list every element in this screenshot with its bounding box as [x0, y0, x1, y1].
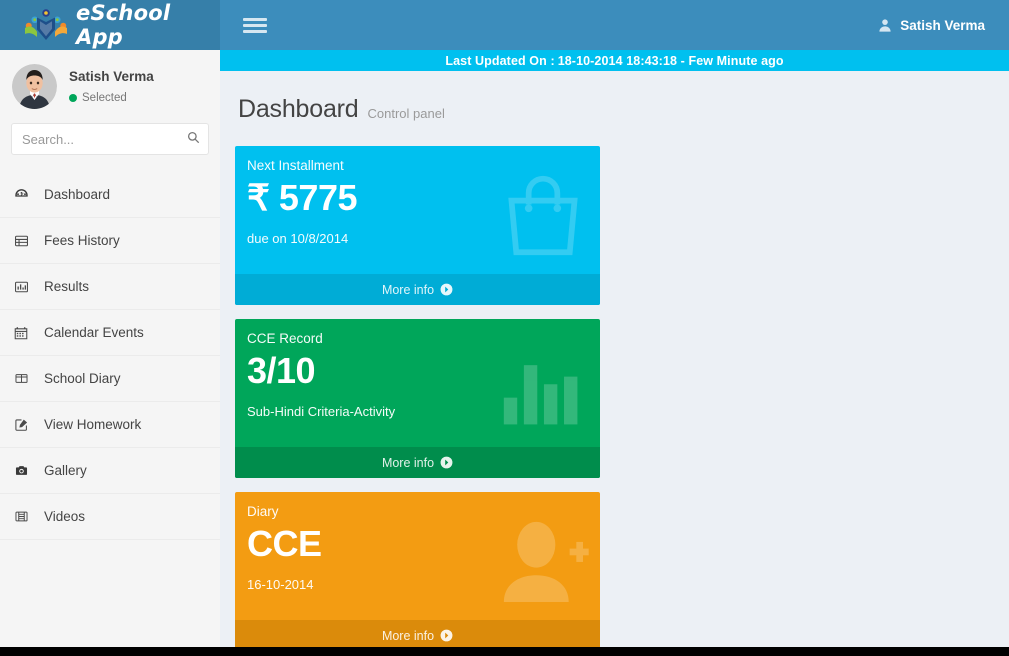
sidebar-user-panel[interactable]: Satish Verma Selected — [0, 50, 220, 119]
card-value: 3/10 — [247, 352, 584, 390]
bottom-edge — [0, 647, 1009, 656]
user-menu[interactable]: Satish Verma — [870, 0, 993, 50]
edit-square-icon — [14, 416, 34, 434]
sidebar: Satish Verma Selected — [0, 50, 220, 656]
graduation-book-logo-icon — [22, 7, 70, 43]
arrow-circle-right-icon — [440, 629, 453, 642]
bar-chart-icon — [14, 278, 34, 296]
sidebar-item-dashboard[interactable]: Dashboard — [0, 172, 220, 218]
card-more-info-link[interactable]: More info — [235, 447, 600, 478]
search-icon — [187, 131, 200, 147]
card-footer-label: More info — [382, 629, 434, 643]
last-updated-label: Last Updated On : — [445, 54, 554, 68]
card-subtitle: Sub-Hindi Criteria-Activity — [247, 404, 584, 419]
card-footer-label: More info — [382, 283, 434, 297]
sidebar-item-school-diary[interactable]: School Diary — [0, 356, 220, 402]
table-icon — [14, 232, 34, 250]
card-title: Next Installment — [247, 158, 584, 173]
content-header: Dashboard Control panel — [220, 71, 1009, 128]
search-button[interactable] — [178, 124, 208, 154]
card-diary[interactable]: Diary CCE 16-10-2014 More info — [235, 492, 600, 651]
sidebar-user-status: Selected — [69, 91, 154, 106]
page-subtitle: Control panel — [368, 106, 445, 124]
card-subtitle: 16-10-2014 — [247, 577, 584, 592]
sidebar-item-gallery[interactable]: Gallery — [0, 448, 220, 494]
sidebar-item-label: Fees History — [44, 233, 120, 248]
user-menu-name: Satish Verma — [900, 18, 985, 33]
status-dot-icon — [69, 94, 77, 102]
sidebar-item-label: Results — [44, 279, 89, 294]
user-avatar — [12, 64, 57, 109]
last-updated-value: 18-10-2014 18:43:18 - Few Minute ago — [558, 54, 784, 68]
card-cce-record[interactable]: CCE Record 3/10 Sub-Hindi Criteria-Activ… — [235, 319, 600, 478]
sidebar-item-view-homework[interactable]: View Homework — [0, 402, 220, 448]
film-icon — [14, 508, 34, 526]
sidebar-item-label: Gallery — [44, 463, 87, 478]
card-value: ₹ 5775 — [247, 179, 584, 217]
sidebar-item-label: Calendar Events — [44, 325, 144, 340]
user-icon — [878, 18, 892, 33]
dashboard-icon — [14, 186, 34, 204]
sidebar-item-results[interactable]: Results — [0, 264, 220, 310]
page-title: Dashboard — [238, 95, 359, 124]
card-more-info-link[interactable]: More info — [235, 274, 600, 305]
calendar-icon — [14, 324, 34, 342]
card-footer-label: More info — [382, 456, 434, 470]
sidebar-item-label: Dashboard — [44, 187, 110, 202]
brand-name: eSchool App — [76, 1, 220, 49]
arrow-circle-right-icon — [440, 283, 453, 296]
sidebar-item-label: School Diary — [44, 371, 121, 386]
card-value: CCE — [247, 525, 584, 563]
content-area: Dashboard Control panel Next Installment… — [220, 71, 1009, 656]
brand-logo[interactable]: eSchool App — [0, 0, 220, 50]
card-title: Diary — [247, 504, 584, 519]
app-root: eSchool App Satish Verma Last Updated On… — [0, 0, 1009, 656]
columns-icon — [14, 370, 34, 388]
sidebar-item-label: View Homework — [44, 417, 141, 432]
sidebar-user-name: Satish Verma — [69, 69, 154, 84]
sidebar-item-calendar-events[interactable]: Calendar Events — [0, 310, 220, 356]
card-title: CCE Record — [247, 331, 584, 346]
arrow-circle-right-icon — [440, 456, 453, 469]
sidebar-item-videos[interactable]: Videos — [0, 494, 220, 540]
last-updated-strip: Last Updated On : 18-10-2014 18:43:18 - … — [220, 50, 1009, 71]
card-next-installment[interactable]: Next Installment ₹ 5775 due on 10/8/2014… — [235, 146, 600, 305]
card-subtitle: due on 10/8/2014 — [247, 231, 584, 246]
navbar: Satish Verma — [220, 0, 1009, 50]
sidebar-search — [0, 119, 220, 155]
top-bar: eSchool App Satish Verma — [0, 0, 1009, 50]
sidebar-menu: Dashboard Fees History — [0, 172, 220, 540]
hamburger-icon[interactable] — [232, 0, 278, 50]
info-cards: Next Installment ₹ 5775 due on 10/8/2014… — [220, 146, 1009, 656]
sidebar-item-fees-history[interactable]: Fees History — [0, 218, 220, 264]
sidebar-item-label: Videos — [44, 509, 85, 524]
sidebar-user-status-label: Selected — [82, 91, 127, 106]
camera-icon — [14, 462, 34, 480]
